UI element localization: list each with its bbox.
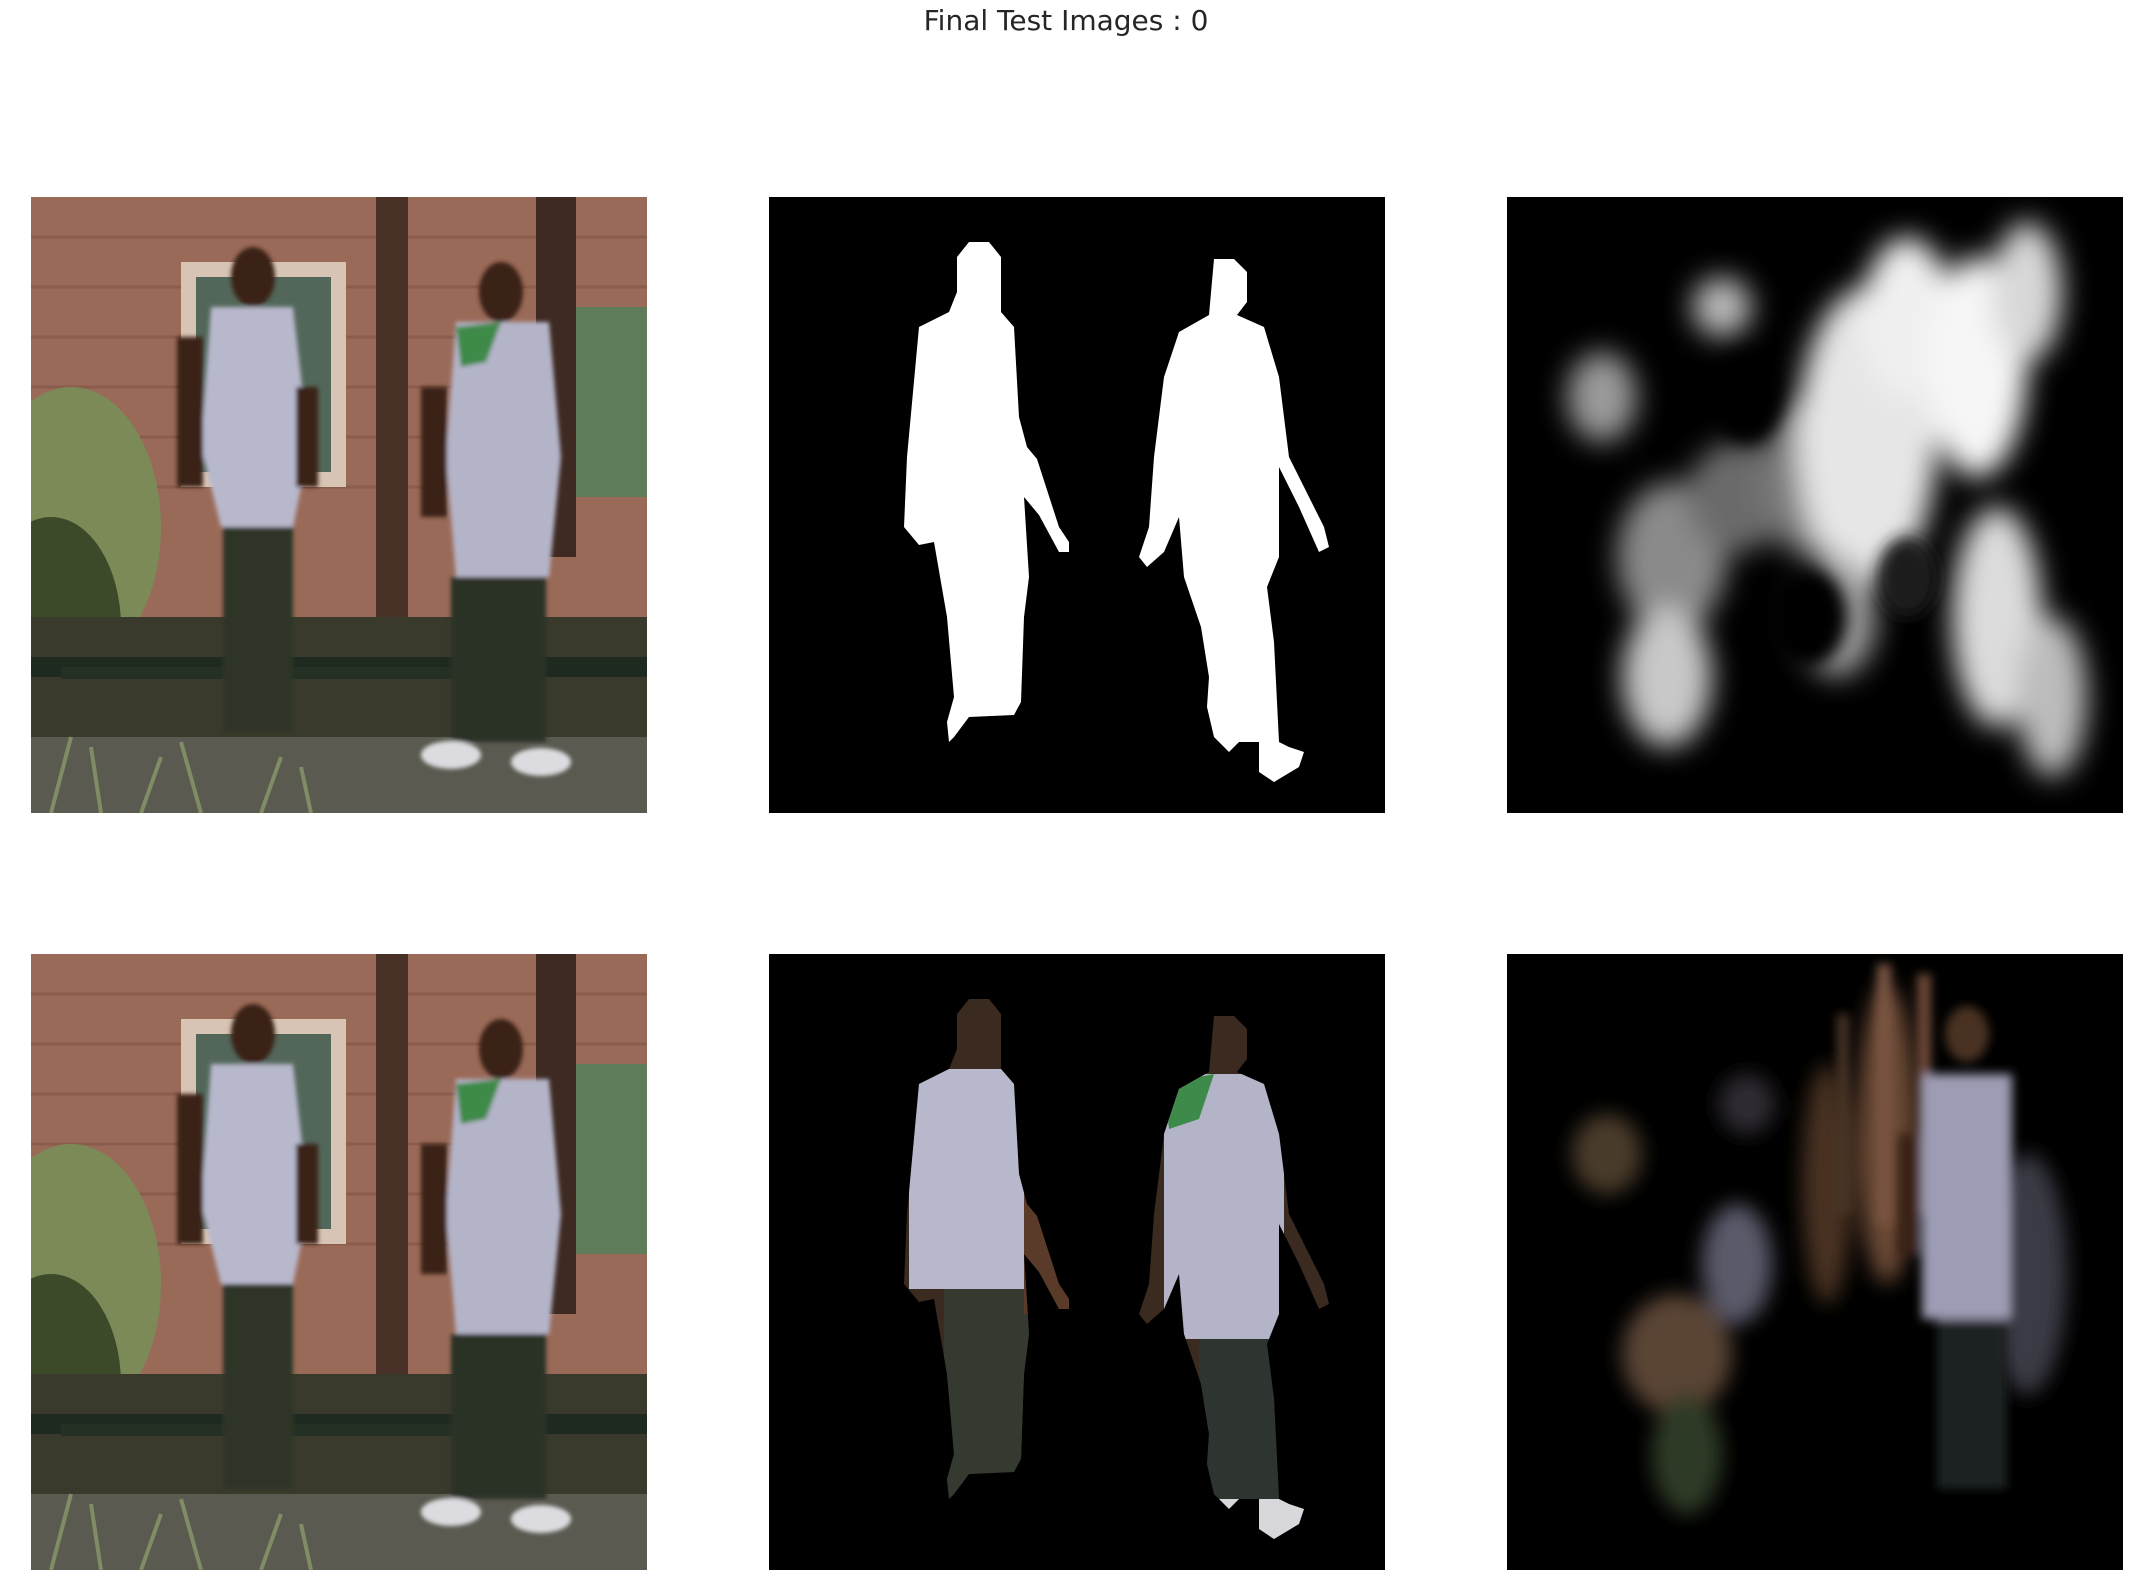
- photo-panel-bottom: [31, 954, 647, 1570]
- prediction-cutout-panel-bottom: [1507, 954, 2123, 1570]
- photo-panel-top: [31, 197, 647, 813]
- cutout-panel-bottom: [769, 954, 1385, 1570]
- figure-title: Final Test Images : 0: [923, 4, 1209, 37]
- prediction-panel-top: [1507, 197, 2123, 813]
- mask-panel-top: [769, 197, 1385, 813]
